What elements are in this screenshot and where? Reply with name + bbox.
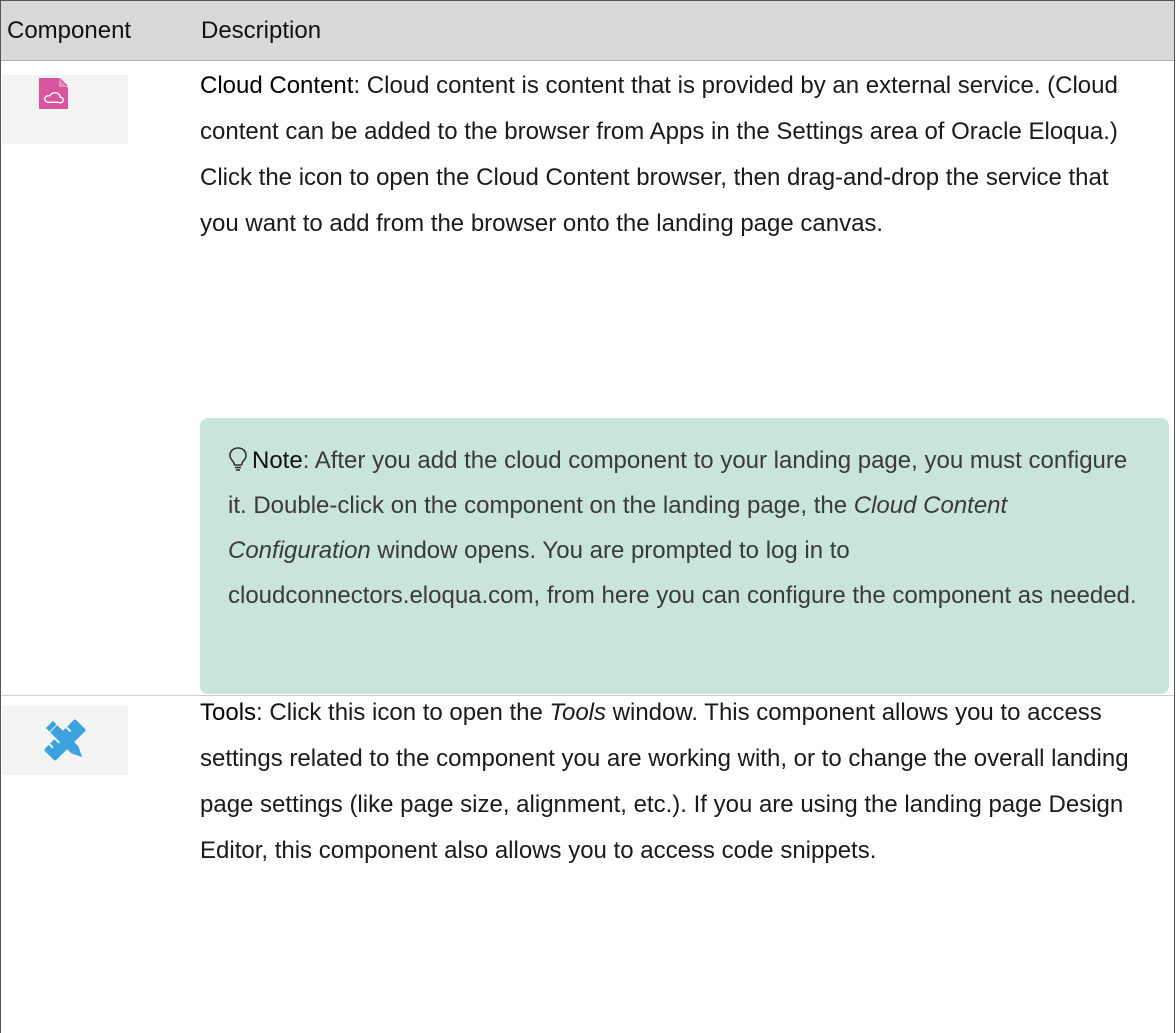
tools-window-name: Tools xyxy=(549,699,606,726)
header-component: Component xyxy=(7,17,132,44)
tools-term: Tools xyxy=(200,699,257,726)
note-label: Note xyxy=(252,447,303,474)
cloud-content-description: Cloud Content: Cloud content is content … xyxy=(200,63,1140,247)
lightbulb-icon xyxy=(229,447,247,471)
tools-icon-cell[interactable] xyxy=(2,706,128,775)
cloud-content-icon-cell[interactable] xyxy=(2,75,128,144)
note-callout: Note: After you add the cloud component … xyxy=(200,418,1169,694)
header-description: Description xyxy=(201,17,322,44)
cloud-content-term: Cloud Content xyxy=(200,72,354,99)
tools-text-before: : Click this icon to open the xyxy=(256,699,550,726)
tools-description: Tools: Click this icon to open the Tools… xyxy=(200,690,1140,874)
table-header: Component Description xyxy=(1,1,1174,61)
tools-icon[interactable] xyxy=(2,706,128,775)
note-text: Note: After you add the cloud component … xyxy=(228,438,1148,618)
cloud-content-icon[interactable] xyxy=(2,75,128,144)
